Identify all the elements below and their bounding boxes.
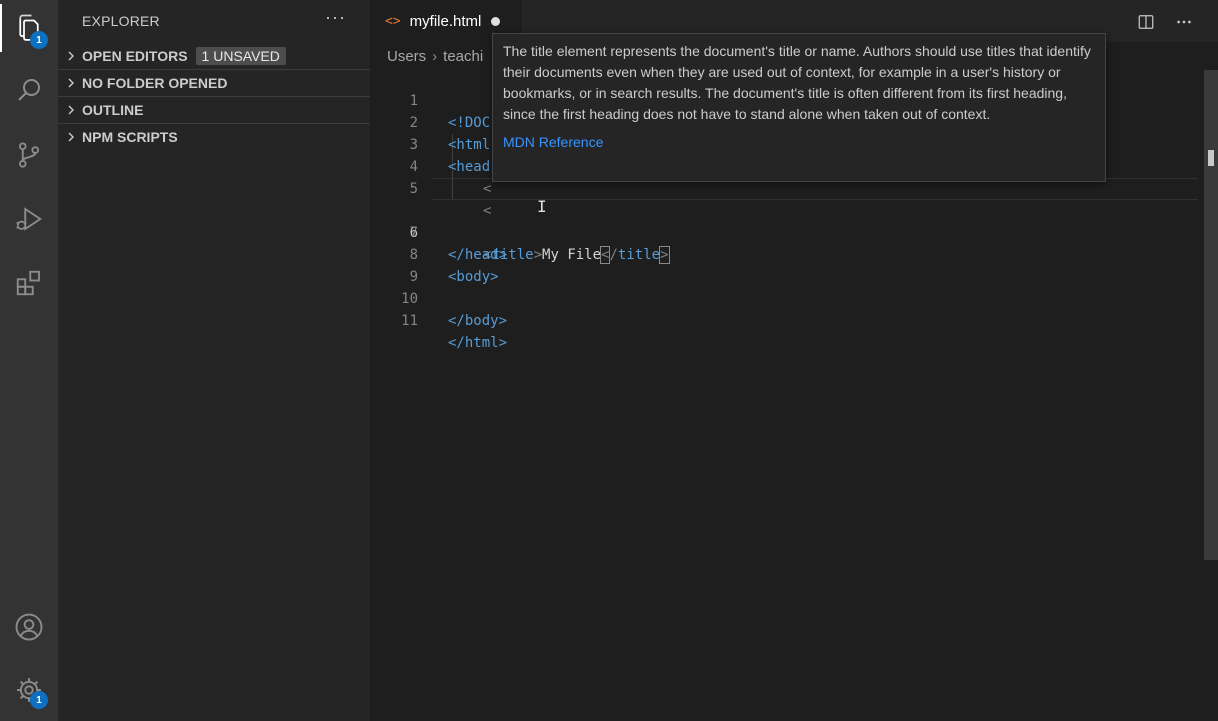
vertical-scrollbar[interactable] [1204, 70, 1218, 560]
code-text: </body> [448, 313, 508, 329]
line-number: 11 [401, 313, 418, 329]
tab-label: myfile.html [409, 12, 482, 30]
search-icon [18, 79, 40, 101]
mouse-cursor-ibeam-icon: I [537, 197, 547, 216]
explorer-sidebar: EXPLORER ··· OPEN EDITORS 1 UNSAVED NO F… [58, 0, 370, 721]
section-folder[interactable]: NO FOLDER OPENED [58, 69, 370, 96]
extensions-activity[interactable] [0, 255, 58, 311]
accounts-activity[interactable] [0, 599, 58, 655]
code-text: </html> [448, 335, 508, 351]
more-editor-actions-button[interactable] [1174, 12, 1194, 32]
unsaved-dot-icon[interactable] [491, 16, 501, 26]
chevron-right-icon [58, 77, 82, 89]
hover-description: The title element represents the documen… [503, 43, 1091, 122]
code-line: 8 <body> [370, 222, 1198, 285]
html-file-icon: <> [385, 13, 401, 29]
breadcrumb-item[interactable]: Users [387, 48, 426, 65]
section-open-editors[interactable]: OPEN EDITORS 1 UNSAVED [58, 42, 370, 69]
more-actions-button[interactable]: ··· [325, 7, 346, 28]
run-debug-activity[interactable] [0, 191, 58, 247]
section-label: NO FOLDER OPENED [82, 74, 228, 91]
breadcrumb-item[interactable]: teachi [443, 48, 483, 65]
chevron-right-icon [58, 131, 82, 143]
code-line: 9 [370, 244, 1198, 285]
chevron-right-icon [58, 50, 82, 62]
account-icon [15, 613, 43, 641]
split-editor-button[interactable] [1136, 12, 1156, 32]
explorer-badge: 1 [30, 31, 48, 49]
mdn-reference-link[interactable]: MDN Reference [503, 134, 603, 150]
scrollbar-cursor-marker [1208, 150, 1214, 166]
code-line: 11 </html> [370, 288, 1198, 351]
unsaved-badge: 1 UNSAVED [195, 46, 286, 65]
manage-activity[interactable]: 1 [0, 662, 58, 718]
ellipsis-icon [1177, 20, 1191, 24]
section-npm-scripts[interactable]: NPM SCRIPTS [58, 123, 370, 150]
run-debug-icon [16, 207, 42, 231]
code-line: 7 </head> [370, 200, 1198, 263]
code-line: 10 </body> [370, 266, 1198, 329]
section-label: OPEN EDITORS [82, 47, 188, 64]
chevron-right-icon: › [432, 47, 438, 65]
explorer-activity[interactable]: 1 [0, 0, 58, 56]
split-editor-icon [1138, 15, 1154, 29]
section-outline[interactable]: OUTLINE [58, 96, 370, 123]
chevron-right-icon [58, 104, 82, 116]
hover-tooltip: The title element represents the documen… [492, 33, 1106, 182]
section-label: NPM SCRIPTS [82, 128, 178, 145]
search-activity[interactable] [0, 62, 58, 118]
activity-bar: 1 1 [0, 0, 58, 721]
source-control-icon [18, 142, 40, 168]
source-control-activity[interactable] [0, 127, 58, 183]
sidebar-title: EXPLORER [82, 13, 160, 29]
section-label: OUTLINE [82, 101, 144, 118]
manage-badge: 1 [30, 691, 48, 709]
extensions-icon [16, 270, 40, 296]
